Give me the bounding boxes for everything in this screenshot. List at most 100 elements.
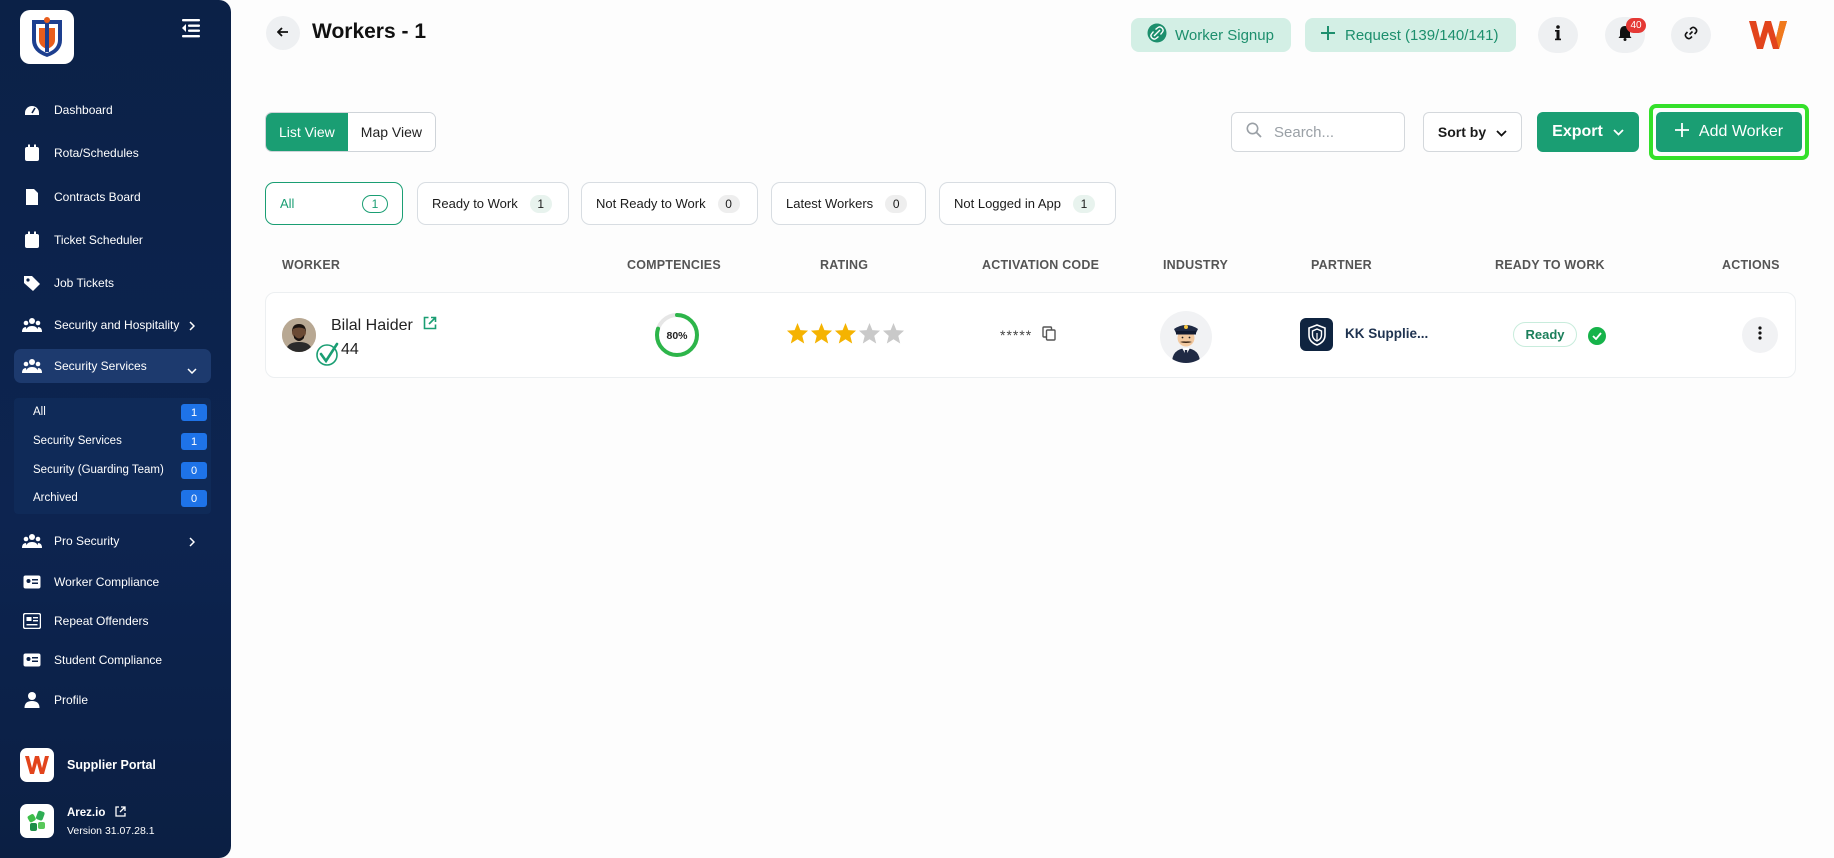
filter-count-badge: 0 bbox=[717, 194, 740, 213]
filter-tab-latest-workers[interactable]: Latest Workers 0 bbox=[771, 182, 926, 225]
chevron-right-icon bbox=[189, 320, 196, 334]
chevron-down-icon bbox=[187, 363, 197, 377]
filter-tab-label: Not Logged in App bbox=[954, 196, 1061, 211]
sidebar-item-repeat-offenders[interactable]: Repeat Offenders bbox=[14, 604, 211, 638]
search-input[interactable] bbox=[1274, 123, 1394, 141]
worker-avatar bbox=[282, 318, 316, 352]
id-card-icon bbox=[22, 572, 42, 592]
export-label: Export bbox=[1552, 123, 1603, 140]
filter-tab-label: All bbox=[280, 196, 295, 211]
worker-signup-button[interactable]: Worker Signup bbox=[1131, 18, 1291, 52]
filter-tab-label: Latest Workers bbox=[786, 196, 874, 211]
sidebar-item-label: Repeat Offenders bbox=[54, 614, 149, 628]
users-icon bbox=[22, 315, 42, 335]
export-button[interactable]: Export bbox=[1537, 112, 1639, 152]
more-vertical-icon bbox=[1758, 325, 1762, 345]
submenu-item-security-services[interactable]: Security Services 1 bbox=[33, 431, 207, 451]
request-button[interactable]: Request (139/140/141) bbox=[1305, 18, 1516, 52]
brand-logo[interactable] bbox=[1748, 18, 1788, 52]
column-header-ready-to-work: READY TO WORK bbox=[1495, 258, 1605, 272]
app-logo[interactable] bbox=[20, 10, 74, 64]
copy-link-button[interactable] bbox=[1671, 17, 1711, 53]
users-icon bbox=[22, 356, 42, 376]
sidebar-item-pro-security[interactable]: Pro Security bbox=[14, 524, 211, 558]
column-header-competencies: COMPTENCIES bbox=[627, 258, 721, 272]
sidebar-item-profile[interactable]: Profile bbox=[14, 683, 211, 717]
info-button[interactable] bbox=[1538, 17, 1578, 53]
user-icon bbox=[22, 690, 42, 710]
info-icon bbox=[1555, 24, 1561, 46]
arrow-left-icon bbox=[276, 24, 289, 42]
back-button[interactable] bbox=[266, 16, 300, 50]
dashboard-icon bbox=[22, 100, 42, 120]
external-link-icon[interactable] bbox=[115, 805, 126, 820]
activation-code: ***** bbox=[1000, 326, 1056, 344]
submenu-item-guarding-team[interactable]: Security (Guarding Team) 0 bbox=[33, 460, 207, 480]
search-box[interactable] bbox=[1231, 112, 1405, 152]
filter-tab-all[interactable]: All 1 bbox=[265, 182, 403, 225]
star-filled-icon bbox=[834, 322, 857, 344]
sidebar-item-worker-compliance[interactable]: Worker Compliance bbox=[14, 565, 211, 599]
submenu-item-label: Security Services bbox=[33, 435, 122, 447]
filter-count-badge: 1 bbox=[362, 194, 388, 213]
sidebar-item-label: Student Compliance bbox=[54, 653, 163, 667]
filter-tab-label: Ready to Work bbox=[432, 196, 518, 211]
sidebar-item-job-tickets[interactable]: Job Tickets bbox=[14, 266, 211, 300]
add-worker-button[interactable]: Add Worker bbox=[1656, 112, 1802, 152]
submenu-item-archived[interactable]: Archived 0 bbox=[33, 488, 207, 508]
filter-count-badge: 1 bbox=[1072, 194, 1095, 213]
sidebar-item-label: Pro Security bbox=[54, 534, 120, 548]
sidebar-item-security-and-hospitality[interactable]: Security and Hospitality bbox=[14, 308, 211, 342]
filter-tab-not-logged-in-app[interactable]: Not Logged in App 1 bbox=[939, 182, 1116, 225]
sidebar: Dashboard Rota/Schedules Contracts Board… bbox=[0, 0, 231, 858]
column-header-industry: INDUSTRY bbox=[1163, 258, 1229, 272]
row-actions-button[interactable] bbox=[1742, 317, 1778, 353]
list-view-button[interactable]: List View bbox=[266, 113, 348, 151]
competency-progress-ring: 80% bbox=[653, 311, 701, 359]
sidebar-item-label: Security and Hospitality bbox=[54, 318, 180, 332]
sidebar-item-label: Dashboard bbox=[54, 103, 113, 117]
sidebar-item-rota[interactable]: Rota/Schedules bbox=[14, 136, 211, 170]
chevron-right-icon bbox=[189, 536, 196, 550]
arez-name: Arez.io bbox=[67, 806, 106, 819]
count-badge: 1 bbox=[181, 433, 207, 450]
filter-tab-ready-to-work[interactable]: Ready to Work 1 bbox=[417, 182, 569, 225]
external-link-icon[interactable] bbox=[423, 316, 437, 335]
partner-shield-icon bbox=[1300, 318, 1333, 351]
column-header-actions: ACTIONS bbox=[1722, 258, 1780, 272]
worker-name: Bilal Haider bbox=[331, 316, 413, 334]
submenu-item-label: All bbox=[33, 406, 46, 418]
view-toggle: List View Map View bbox=[265, 112, 436, 152]
filter-tab-not-ready-to-work[interactable]: Not Ready to Work 0 bbox=[581, 182, 758, 225]
request-label: Request (139/140/141) bbox=[1345, 26, 1499, 44]
users-icon bbox=[22, 531, 42, 551]
map-view-button[interactable]: Map View bbox=[347, 113, 435, 151]
sort-by-label: Sort by bbox=[1437, 124, 1487, 140]
add-worker-label: Add Worker bbox=[1698, 123, 1784, 140]
sidebar-item-contracts-board[interactable]: Contracts Board bbox=[14, 180, 211, 214]
copy-icon[interactable] bbox=[1042, 326, 1056, 344]
calendar-icon bbox=[22, 230, 42, 250]
sidebar-item-ticket-scheduler[interactable]: Ticket Scheduler bbox=[14, 223, 211, 257]
supplier-portal-link[interactable]: Supplier Portal bbox=[20, 748, 156, 782]
sidebar-item-student-compliance[interactable]: Student Compliance bbox=[14, 643, 211, 677]
link-icon bbox=[1684, 26, 1698, 45]
sidebar-item-security-services[interactable]: Security Services bbox=[14, 349, 211, 383]
notifications-button[interactable]: 40 bbox=[1605, 17, 1646, 53]
id-card-icon bbox=[22, 650, 42, 670]
column-header-activation-code: ACTIVATION CODE bbox=[982, 258, 1100, 272]
arez-logo bbox=[20, 804, 54, 838]
star-filled-icon bbox=[810, 322, 833, 344]
report-icon bbox=[22, 611, 42, 631]
partner-name[interactable]: KK Supplie... bbox=[1345, 326, 1428, 341]
collapse-sidebar-icon[interactable] bbox=[178, 16, 204, 40]
supplier-portal-label: Supplier Portal bbox=[67, 758, 156, 772]
ready-status-badge: Ready bbox=[1513, 322, 1577, 347]
version-label: Version 31.07.28.1 bbox=[67, 824, 155, 837]
sort-by-dropdown[interactable]: Sort by bbox=[1423, 112, 1522, 152]
sidebar-item-dashboard[interactable]: Dashboard bbox=[14, 93, 211, 127]
worker-name-link[interactable]: Bilal Haider bbox=[331, 316, 437, 335]
link-icon bbox=[1147, 23, 1167, 47]
submenu-item-all[interactable]: All 1 bbox=[33, 402, 207, 422]
submenu-item-label: Security (Guarding Team) bbox=[33, 464, 164, 476]
